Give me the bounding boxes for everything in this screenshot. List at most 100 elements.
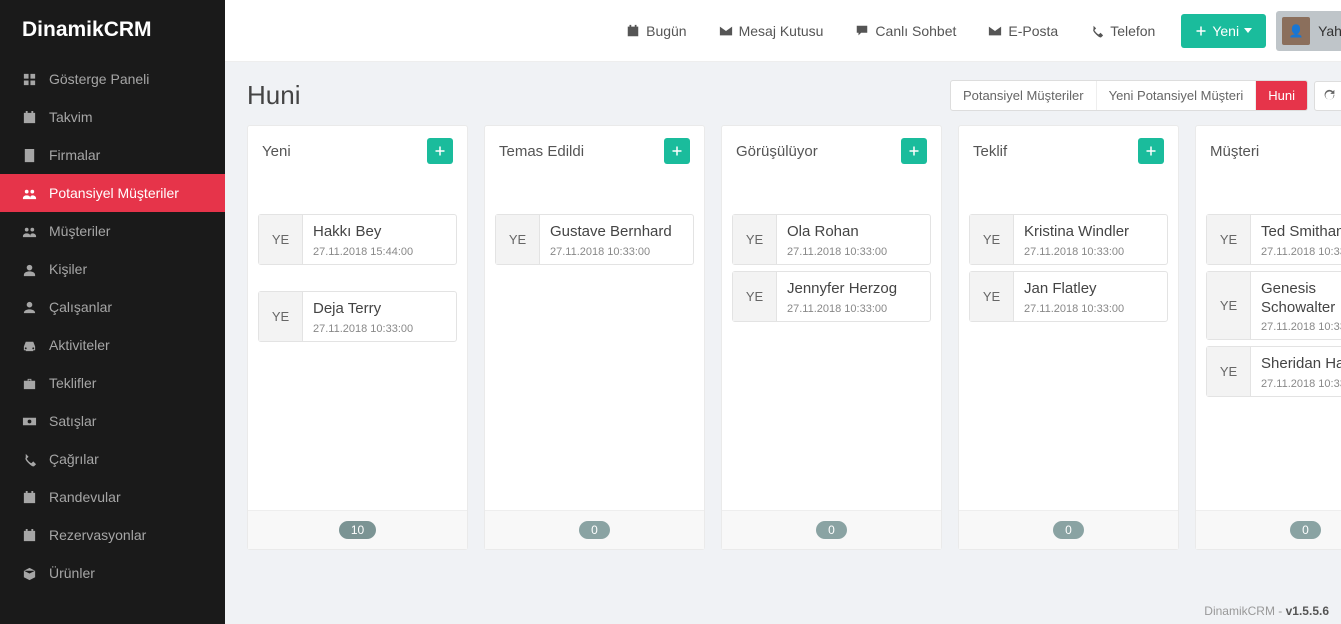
briefcase-icon [22, 376, 37, 391]
sidebar-item-3[interactable]: Potansiyel Müşteriler [0, 174, 225, 212]
topbar-link-3[interactable]: E-Posta [972, 23, 1074, 39]
card-date: 27.11.2018 10:33:00 [1261, 321, 1341, 333]
sidebar-item-13[interactable]: Ürünler [0, 554, 225, 592]
refresh-button[interactable] [1314, 81, 1341, 111]
column-body[interactable]: YE Ted Smitham 27.11.2018 10:33:00 YE Genesi… [1196, 176, 1341, 510]
kanban-card[interactable]: YEDeja Terry27.11.2018 10:33:00 [258, 291, 457, 342]
kanban-card[interactable]: YEJan Flatley27.11.2018 10:33:00 [969, 271, 1168, 322]
sidebar-item-11[interactable]: Randevular [0, 478, 225, 516]
card-avatar: YE [1207, 272, 1251, 340]
sidebar-item-9[interactable]: Satışlar [0, 402, 225, 440]
column-header: Temas Edildi [485, 126, 704, 176]
footer: DinamikCRM - v1.5.5.6 [1204, 604, 1329, 618]
column-body[interactable]: YEGustave Bernhard27.11.2018 10:33:00 [485, 176, 704, 510]
column-footer: 0 [485, 510, 704, 549]
new-button[interactable]: Yeni [1181, 14, 1266, 48]
card-name: Sheridan Haley [1261, 355, 1341, 374]
kanban-column-4: MüşteriYETed Smitham27.11.2018 10:33:00Y… [1195, 125, 1341, 550]
card-avatar: YE [733, 272, 777, 321]
add-card-button[interactable] [664, 138, 690, 164]
card-name: Hakkı Bey [313, 223, 446, 242]
column-title: Temas Edildi [499, 143, 584, 160]
sidebar-item-6[interactable]: Çalışanlar [0, 288, 225, 326]
sidebar-item-4[interactable]: Müşteriler [0, 212, 225, 250]
sidebar-item-0[interactable]: Gösterge Paneli [0, 60, 225, 98]
card-name: Jennyfer Herzog [787, 280, 920, 299]
sidebar-item-10[interactable]: Çağrılar [0, 440, 225, 478]
kanban-card[interactable]: YESheridan Haley27.11.2018 10:33:00 [1206, 346, 1341, 397]
sidebar-item-12[interactable]: Rezervasyonlar [0, 516, 225, 554]
tab-0[interactable]: Potansiyel Müşteriler [951, 81, 1097, 110]
column-count-badge: 0 [1290, 521, 1321, 539]
sidebar-item-5[interactable]: Kişiler [0, 250, 225, 288]
column-header: Müşteri [1196, 126, 1341, 176]
calendar2-icon [22, 490, 37, 505]
kanban-card[interactable]: YEKristina Windler27.11.2018 10:33:00 [969, 214, 1168, 265]
calendar2-icon [22, 528, 37, 543]
column-count-badge: 10 [339, 521, 376, 539]
user-menu[interactable]: 👤 Yahya Ekinci [1276, 11, 1341, 51]
phone-icon [22, 452, 37, 467]
card-avatar: YE [259, 292, 303, 341]
sidebar-item-8[interactable]: Teklifler [0, 364, 225, 402]
sidebar-item-label: Gösterge Paneli [49, 71, 149, 87]
card-date: 27.11.2018 10:33:00 [313, 323, 446, 335]
chat-icon [855, 24, 869, 38]
avatar: 👤 [1282, 17, 1310, 45]
topbar-link-2[interactable]: Canlı Sohbet [839, 23, 972, 39]
sidebar-item-7[interactable]: Aktiviteler [0, 326, 225, 364]
column-body[interactable]: YEKristina Windler27.11.2018 10:33:00YEJ… [959, 176, 1178, 510]
card-date: 27.11.2018 10:33:00 [1261, 246, 1341, 258]
card-body: Gustave Bernhard27.11.2018 10:33:00 [540, 215, 693, 264]
tab-2[interactable]: Huni [1256, 81, 1307, 110]
phone-icon [1090, 24, 1104, 38]
card-body: Deja Terry27.11.2018 10:33:00 [303, 292, 456, 341]
kanban-board: YeniYEHakkı Bey27.11.2018 15:44:00YEDeja… [225, 125, 1341, 550]
card-body: Sheridan Haley27.11.2018 10:33:00 [1251, 347, 1341, 396]
tab-1[interactable]: Yeni Potansiyel Müşteri [1097, 81, 1257, 110]
add-card-button[interactable] [427, 138, 453, 164]
sidebar-item-1[interactable]: Takvim [0, 98, 225, 136]
card-name: Jan Flatley [1024, 280, 1157, 299]
envelope-icon [719, 24, 733, 38]
topbar-links: Bugün Mesaj Kutusu Canlı Sohbet E-Posta Tele… [610, 23, 1171, 39]
topbar-link-1[interactable]: Mesaj Kutusu [703, 23, 840, 39]
kanban-card[interactable]: YE Ted Smitham 27.11.2018 10:33:00 [1206, 214, 1341, 265]
card-avatar: YE [1207, 347, 1251, 396]
kanban-card[interactable]: YEHakkı Bey27.11.2018 15:44:00 [258, 214, 457, 265]
topbar-link-label: Mesaj Kutusu [739, 23, 824, 39]
card-date: 27.11.2018 10:33:00 [787, 246, 920, 258]
topbar-link-0[interactable]: Bugün [610, 23, 702, 39]
column-title: Müşteri [1210, 143, 1259, 160]
sidebar-item-label: Ürünler [49, 565, 95, 581]
add-card-button[interactable] [901, 138, 927, 164]
sidebar-item-label: Çağrılar [49, 451, 99, 467]
calendar-icon [626, 24, 640, 38]
card-date: 27.11.2018 10:33:00 [1024, 246, 1157, 258]
card-name: Ted Smitham [1261, 223, 1341, 242]
column-body[interactable]: YEHakkı Bey27.11.2018 15:44:00YEDeja Ter… [248, 176, 467, 510]
column-body[interactable]: YEOla Rohan27.11.2018 10:33:00 YE Jennyfer… [722, 176, 941, 510]
card-avatar: YE [1207, 215, 1251, 264]
column-title: Yeni [262, 143, 291, 160]
card-body: Jan Flatley27.11.2018 10:33:00 [1014, 272, 1167, 321]
sidebar-item-label: Kişiler [49, 261, 87, 277]
kanban-card[interactable]: YE Genesis Schowalter 27.11.2018 10:33:00 [1206, 271, 1341, 341]
kanban-card[interactable]: YEJennyfer Herzog27.11.2018 10:33:00 [732, 271, 931, 322]
kanban-card[interactable]: YEOla Rohan27.11.2018 10:33:00 [732, 214, 931, 265]
topbar: Bugün Mesaj Kutusu Canlı Sohbet E-Posta Tele… [225, 0, 1341, 62]
dashboard-icon [22, 72, 37, 87]
topbar-link-4[interactable]: Telefon [1074, 23, 1171, 39]
card-name: Genesis Schowalter [1261, 280, 1341, 318]
add-card-button[interactable] [1138, 138, 1164, 164]
sidebar-item-2[interactable]: Firmalar [0, 136, 225, 174]
card-avatar: YE [259, 215, 303, 264]
envelope-icon [988, 24, 1002, 38]
topbar-link-label: E-Posta [1008, 23, 1058, 39]
card-avatar: YE [970, 272, 1014, 321]
sidebar-item-label: Müşteriler [49, 223, 110, 239]
sidebar-item-label: Aktiviteler [49, 337, 110, 353]
plus-icon [908, 145, 920, 157]
kanban-card[interactable]: YEGustave Bernhard27.11.2018 10:33:00 [495, 214, 694, 265]
card-name: Gustave Bernhard [550, 223, 683, 242]
